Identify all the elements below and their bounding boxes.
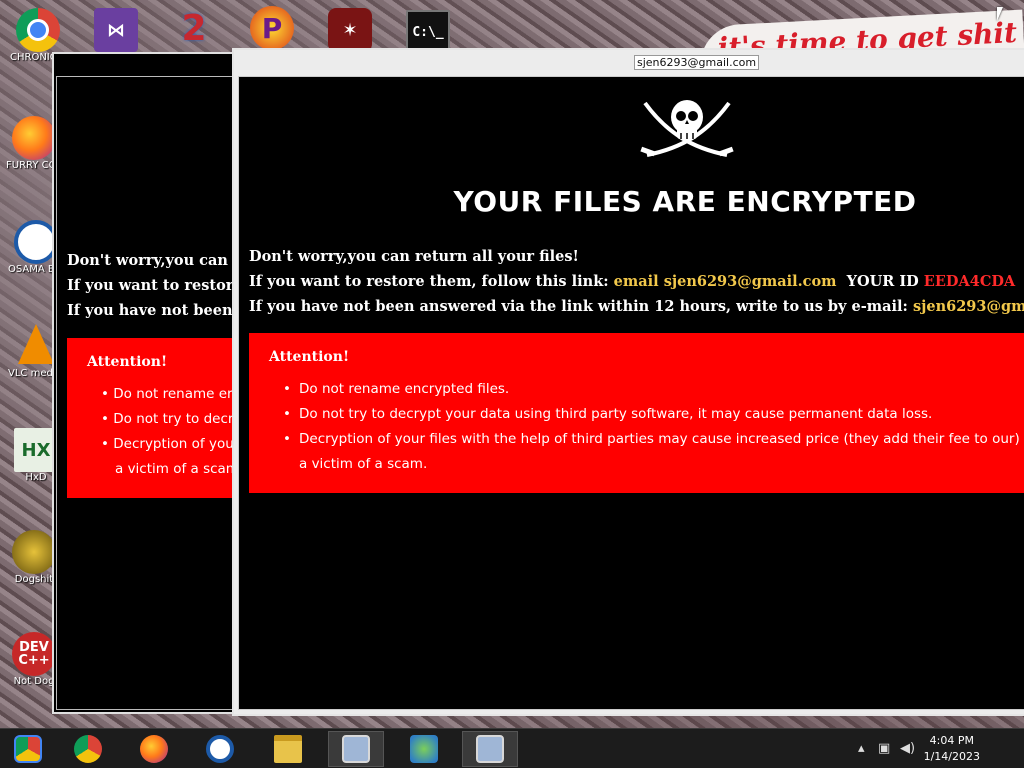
back-attention-title: Attention!	[87, 354, 168, 370]
attention-item: Do not try to decrypt your data using th…	[283, 402, 1024, 427]
message-line-2: If you want to restore them, follow this…	[249, 273, 1015, 290]
taskbar-button[interactable]	[126, 731, 182, 767]
back-attention-item: • Do not rename er	[101, 386, 233, 402]
desktop-icon-p[interactable]: P	[244, 6, 300, 50]
attention-item-cont: a victim of a scam.	[299, 456, 428, 472]
message-line-3-prefix: If you have not been answered via the li…	[249, 298, 908, 315]
chrome-icon	[16, 8, 60, 52]
installer-icon	[476, 735, 504, 763]
mouse-cursor-icon	[997, 7, 1003, 21]
contact-email-link[interactable]: email sjen6293@gmail.com	[614, 273, 837, 290]
window-title: sjen6293@gmail.com	[634, 55, 760, 70]
volume-icon[interactable]: ◀)	[900, 741, 915, 756]
red-app-icon: ✶	[328, 8, 372, 52]
back-attention-item-cont: a victim of a scam	[115, 461, 239, 477]
taskbar-button[interactable]	[396, 731, 452, 767]
victim-id: EEDA4CDA	[923, 273, 1016, 290]
taskbar-button-active[interactable]	[328, 731, 384, 767]
taskbar-button[interactable]	[0, 731, 56, 767]
taskbar-button[interactable]	[192, 731, 248, 767]
network-app-icon	[410, 735, 438, 763]
taskbar: ▴ ▣ ◀) 4:04 PM 1/14/2023	[0, 728, 1024, 768]
chrome-alt-icon	[14, 735, 42, 763]
firefox-icon	[140, 735, 168, 763]
message-line-1: Don't worry,you can return all your file…	[249, 248, 579, 265]
message-line-2-prefix: If you want to restore them, follow this…	[249, 273, 609, 290]
ransom-window-body: YOUR FILES ARE ENCRYPTED Don't worry,you…	[238, 76, 1024, 710]
back-attention-item: • Decryption of you	[101, 436, 234, 452]
id-label: YOUR ID	[846, 273, 919, 290]
ransom-window-front[interactable]: sjen6293@gmail.com YOUR FILES ARE ENCRYP…	[232, 48, 1024, 716]
dog-icon	[12, 530, 56, 574]
two-icon: 2	[181, 7, 207, 49]
taskbar-button-active[interactable]	[462, 731, 518, 767]
clock-time: 4:04 PM	[929, 734, 974, 747]
back-line-2: If you want to restore	[67, 277, 243, 294]
desktop-icon-visual-studio[interactable]: ⋈	[88, 8, 144, 52]
attention-item: Do not rename encrypted files.	[283, 377, 1024, 402]
desktop-icon-red-app[interactable]: ✶	[322, 8, 378, 52]
back-attention-item: • Do not try to decr	[101, 411, 234, 427]
system-tray: ▴ ▣ ◀) 4:04 PM 1/14/2023	[854, 729, 1024, 768]
attention-list: Do not rename encrypted files. Do not tr…	[283, 377, 1024, 477]
back-line-3: If you have not been a	[67, 302, 247, 319]
ransom-window-back-body: Don't worry,you can re If you want to re…	[56, 76, 260, 710]
clock-date: 1/14/2023	[923, 750, 980, 763]
message-line-3: If you have not been answered via the li…	[249, 298, 1024, 315]
attention-title: Attention!	[269, 349, 350, 365]
attention-item: Decryption of your files with the help o…	[283, 427, 1024, 452]
clock[interactable]: 4:04 PM 1/14/2023	[924, 733, 980, 765]
network-icon[interactable]: ▣	[878, 741, 890, 756]
firefox-icon	[12, 116, 56, 160]
dev-cpp-icon: DEV C++	[12, 632, 56, 676]
window-titlebar[interactable]: sjen6293@gmail.com	[234, 50, 1024, 74]
back-line-1: Don't worry,you can re	[67, 252, 250, 269]
p-icon: P	[250, 6, 294, 50]
vlc-icon	[18, 324, 54, 364]
visual-studio-icon: ⋈	[94, 8, 138, 52]
file-explorer-icon	[274, 735, 302, 763]
ransom-window-back[interactable]: Don't worry,you can re If you want to re…	[52, 52, 262, 714]
page-title: YOUR FILES ARE ENCRYPTED	[453, 185, 917, 218]
chrome-icon	[74, 735, 102, 763]
installer-icon	[342, 735, 370, 763]
backup-email[interactable]: sjen6293@gmail.com	[913, 298, 1024, 315]
chevron-up-icon[interactable]: ▴	[858, 741, 865, 756]
obama-icon	[206, 735, 234, 763]
skull-crossed-swords-icon	[640, 100, 734, 157]
desktop-icon-two[interactable]: 2	[166, 6, 222, 50]
attention-box: Attention! Do not rename encrypted files…	[249, 333, 1024, 493]
taskbar-button[interactable]	[260, 731, 316, 767]
taskbar-button[interactable]	[60, 731, 116, 767]
